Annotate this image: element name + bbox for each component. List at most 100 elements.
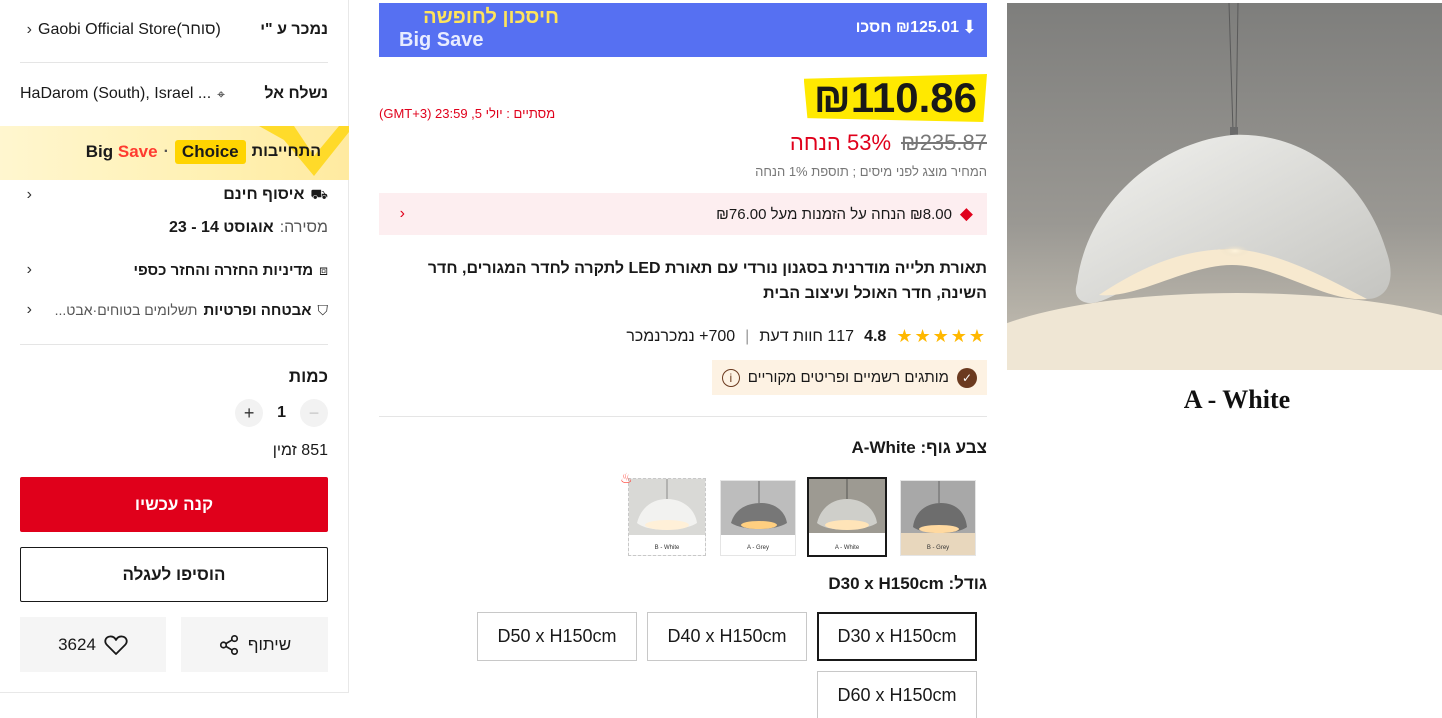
divider [379, 416, 987, 417]
size-option-d50[interactable]: D50 x H150cm [477, 612, 637, 661]
location-pin-icon: ⌖ [217, 85, 226, 102]
delivery-label: מסירה: [279, 219, 328, 236]
tag-icon: ◆ [959, 204, 973, 223]
availability-row: 851 זמין [20, 440, 328, 462]
current-price: ₪110.86 [813, 74, 977, 121]
pickup-row[interactable]: ⛟ איסוף חינם ‹ [20, 184, 328, 206]
swatch-caption: B - White [654, 545, 680, 551]
swatch-caption: B - Grey [926, 545, 950, 551]
buy-now-button[interactable]: קנה עכשיו [20, 477, 328, 532]
available-count: 851 זמין [272, 442, 328, 459]
share-button[interactable]: שיתוף [181, 617, 328, 672]
shield-icon: ⛉ [317, 301, 329, 318]
seller-row[interactable]: נמכר ע "י Gaobi Official Store(סוחר) ‹ [20, 18, 328, 42]
increase-button[interactable]: + [235, 399, 264, 427]
quantity-value[interactable]: 1 [277, 404, 286, 422]
share-icon [219, 634, 238, 655]
bigsave-logo: Big Save [85, 142, 158, 161]
shipping-label: נשלח אל [264, 85, 328, 102]
star-rating-icons: ★★★★★ [896, 326, 987, 346]
swatch-caption: A - White [834, 545, 860, 551]
countdown-timer: מסתיים : יולי 5, 23:59 (GMT+3) [379, 106, 555, 121]
choice-badge: Choice [174, 140, 246, 164]
separator: | [745, 327, 750, 345]
quantity-label: כמות [288, 367, 328, 386]
purchase-panel: נמכר ע "י Gaobi Official Store(סוחר) ‹ נ… [0, 0, 349, 693]
product-main-image[interactable] [1007, 3, 1442, 370]
wishlist-count: 3624 [58, 634, 96, 654]
add-to-cart-button[interactable]: הוסיפו לעגלה [20, 547, 328, 602]
promo-subtitle: Big Save [399, 29, 484, 51]
seller-role: (סוחר) [176, 21, 221, 38]
product-title: תאורת תלייה מודרנית בסגנון נורדי עם תאור… [427, 260, 987, 302]
delivery-dates: אוגוסט 14 - 23 [169, 219, 274, 236]
timer-label: מסתיים : [506, 106, 556, 121]
check-badge-icon: ✓ [957, 367, 977, 388]
official-brand-badge[interactable]: ✓ מותגים רשמיים ופריטים מקוריים i [711, 360, 987, 395]
price-highlight: ₪110.86 [803, 74, 987, 122]
official-badge-text: מותגים רשמיים ופריטים מקוריים [747, 369, 949, 386]
security-row[interactable]: ⛉ אבטחה ופרטיות תשלומים בטוחים·אבט... ‹ [20, 299, 328, 321]
lamp-thumbnail [809, 479, 885, 555]
quantity-row: − 1 + [20, 398, 328, 428]
quantity-header: כמות [20, 366, 328, 388]
commitment-label: התחייבות [251, 143, 321, 160]
return-box-icon: ⧈ [319, 261, 328, 278]
original-price: ₪235.87 [901, 130, 987, 155]
selected-color: A-White [851, 438, 916, 457]
divider [20, 344, 328, 345]
promo-title: חיסכון לחופשה [423, 6, 559, 28]
security-title: אבטחה ופרטיות [203, 301, 312, 319]
dot-separator: · [163, 143, 169, 160]
rating-score: 4.8 [864, 327, 887, 345]
timer-value: יולי 5, 23:59 (GMT+3) [379, 106, 503, 121]
color-option-label: צבע גוף: A-White [851, 438, 987, 457]
rating-row[interactable]: ★★★★★ 4.8 117 חוות דעת | 700+ נמכרנמכר [626, 326, 987, 347]
heart-icon [104, 635, 128, 655]
swatch-caption: A - Grey [746, 545, 769, 551]
wishlist-button[interactable]: 3624 [20, 617, 166, 672]
returns-row[interactable]: ⧈ מדיניות החזרה והחזר כספי ‹ [20, 259, 328, 281]
discount-badge: 53% הנחה [789, 130, 892, 155]
image-caption: A - White [1183, 385, 1291, 414]
delivery-row: מסירה: אוגוסט 14 - 23 [20, 217, 328, 239]
promo-banner[interactable]: חיסכון לחופשה Big Save ⬇ ₪125.01 חסכו [379, 3, 987, 57]
color-swatch-a-grey[interactable]: A - Grey [720, 480, 796, 556]
share-label: שיתוף [247, 634, 292, 654]
sold-count: 700+ נמכרנמכר [626, 327, 736, 345]
coupon-text: ₪8.00 הנחה על הזמנות מעל ₪76.00 [716, 205, 952, 223]
returns-title: מדיניות החזרה והחזר כספי [133, 261, 314, 279]
seller-store[interactable]: Gaobi Official Store [38, 21, 176, 38]
review-count[interactable]: 117 חוות דעת [759, 328, 854, 346]
size-option-d60[interactable]: D60 x H150cm [817, 671, 977, 718]
security-subtitle: תשלומים בטוחים·אבט... [54, 302, 198, 318]
info-icon[interactable]: i [721, 368, 740, 387]
chevron-left-icon: ‹ [26, 261, 32, 278]
shipping-row[interactable]: נשלח אל ⌖ HaDarom (South), Israel ... [20, 82, 328, 106]
arrow-down-icon: ⬇ [961, 17, 977, 37]
lamp-thumbnail [629, 479, 705, 555]
size-option-d40[interactable]: D40 x H150cm [647, 612, 807, 661]
color-swatch-b-white[interactable]: B - White [628, 478, 706, 556]
size-option-label: גודל: D30 x H150cm [828, 574, 987, 593]
pendant-lamp-photo [1007, 3, 1442, 370]
choice-banner[interactable]: התחייבות Choice · Big Save [0, 126, 349, 180]
old-price-row: ₪235.87 53% הנחה [790, 130, 987, 156]
decrease-button[interactable]: − [300, 399, 328, 427]
pickup-title: איסוף חינם [223, 186, 305, 203]
chevron-left-icon: ‹ [399, 205, 405, 222]
color-swatch-a-white[interactable]: A - White [807, 477, 887, 557]
fire-icon: ♨ [620, 470, 633, 486]
quantity-stepper: − 1 + [235, 399, 328, 427]
color-swatch-b-grey[interactable]: B - Grey [900, 480, 976, 556]
selected-size: D30 x H150cm [828, 574, 944, 593]
seller-label: נמכר ע "י [260, 21, 328, 38]
shipping-location[interactable]: HaDarom (South), Israel ... [20, 85, 211, 103]
coupon-bar[interactable]: ◆ ₪8.00 הנחה על הזמנות מעל ₪76.00 ‹ [379, 193, 987, 235]
chevron-left-icon: ‹ [26, 21, 32, 38]
tax-note: המחיר מוצג לפני מיסים ; תוספת 1% הנחה [755, 164, 987, 179]
chevron-left-icon: ‹ [26, 301, 32, 318]
size-option-d30[interactable]: D30 x H150cm [817, 612, 977, 661]
divider [20, 62, 328, 63]
chevron-left-icon: ‹ [26, 186, 32, 203]
